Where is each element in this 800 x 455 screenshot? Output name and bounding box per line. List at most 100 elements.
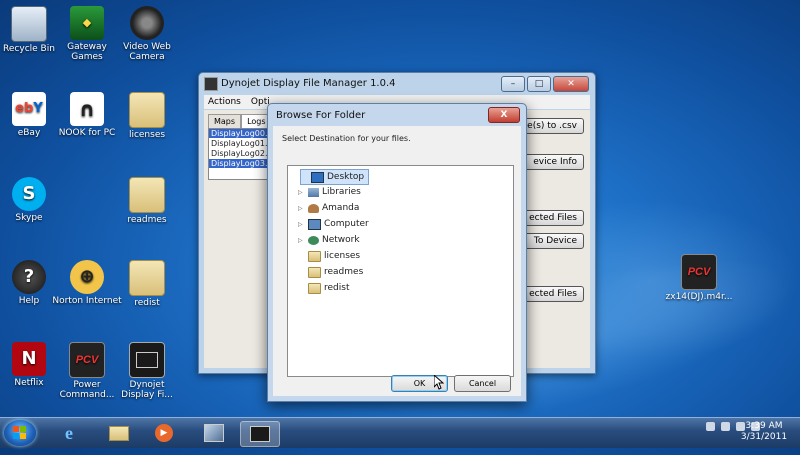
tree-item-desktop[interactable]: Desktop <box>300 169 370 185</box>
folder-icon <box>109 425 129 441</box>
expand-arrow-icon[interactable]: ▷ <box>298 205 305 212</box>
gateway-games-icon: ◆ <box>70 6 104 40</box>
browse-folder-dialog[interactable]: Browse For Folder X Select Destination f… <box>267 103 527 402</box>
taskbar-dynojet[interactable] <box>240 421 280 447</box>
tree-item-label: Computer <box>324 219 369 229</box>
desktop-icon <box>311 171 324 183</box>
desktop-icon-label: Recycle Bin <box>3 44 55 54</box>
dynojet-title: Dynojet Display File Manager 1.0.4 <box>221 77 396 89</box>
convert-csv-button[interactable]: File(s) to .csv <box>518 118 584 134</box>
expand-arrow-icon[interactable]: ▷ <box>298 221 305 228</box>
desktop-icon-label: redist <box>134 298 160 308</box>
folder-tree[interactable]: Desktop ▷ Libraries ▷ Amanda ▷ Computer … <box>287 165 514 377</box>
tree-item-licenses[interactable]: licenses <box>298 249 360 263</box>
media-player-icon: ▶ <box>155 424 173 442</box>
dynojet-titlebar[interactable]: Dynojet Display File Manager 1.0.4 – □ ✕ <box>199 73 595 93</box>
desktop-icon-readmes[interactable]: readmes <box>112 177 182 225</box>
desktop-icon-redist[interactable]: redist <box>112 260 182 308</box>
tree-item-label: licenses <box>324 251 361 261</box>
desktop-icon-label: zx14(DJ).m4r... <box>665 292 733 302</box>
expand-arrow-icon[interactable]: ▷ <box>298 189 305 196</box>
menu-actions[interactable]: Actions <box>208 97 241 107</box>
folder-icon <box>308 250 321 262</box>
folder-icon <box>129 177 165 213</box>
to-device-button[interactable]: To Device <box>518 233 584 249</box>
tree-item-redist[interactable]: redist <box>298 281 349 295</box>
cancel-button[interactable]: Cancel <box>454 375 511 392</box>
webcam-icon <box>130 6 164 40</box>
nook-icon: ∩ <box>70 92 104 126</box>
tree-item-label: readmes <box>324 267 364 277</box>
dynojet-app-icon <box>204 77 218 91</box>
taskbar-app[interactable] <box>195 421 233 445</box>
delete-selected-files-button[interactable]: ected Files <box>518 286 584 302</box>
user-folder-icon <box>308 203 319 213</box>
dynojet-icon <box>129 342 165 378</box>
folder-icon <box>308 282 321 294</box>
log-item[interactable]: DisplayLog02.d <box>209 149 274 158</box>
tree-item-amanda[interactable]: ▷ Amanda <box>298 201 359 215</box>
folder-icon <box>129 92 165 128</box>
tray-flag-icon[interactable] <box>706 422 715 431</box>
taskbar-explorer[interactable] <box>100 421 138 445</box>
desktop-icon-label: licenses <box>128 130 166 140</box>
tab-maps[interactable]: Maps <box>208 114 242 128</box>
tree-item-label: Libraries <box>322 187 361 197</box>
tree-item-label: Amanda <box>322 203 360 213</box>
tray-battery-icon[interactable] <box>721 422 730 431</box>
minimize-button[interactable]: – <box>501 76 525 92</box>
desktop-icon-dynojet[interactable]: Dynojet Display Fi... <box>112 342 182 400</box>
pcv-icon: PCV <box>681 254 717 290</box>
desktop-icon-webcam[interactable]: Video Web Camera <box>112 6 182 62</box>
norton-icon: ⊕ <box>70 260 104 294</box>
desktop-icon-label: Netflix <box>14 378 44 388</box>
desktop-icon-zx14[interactable]: PCV zx14(DJ).m4r... <box>664 254 734 302</box>
desktop-icon-label: Gateway Games <box>67 42 107 62</box>
dialog-title: Browse For Folder <box>276 109 366 121</box>
log-item[interactable]: DisplayLog01.d <box>209 139 274 148</box>
dynojet-tabs: Maps Logs <box>208 114 272 128</box>
libraries-icon <box>308 187 319 197</box>
expand-arrow-icon[interactable]: ▷ <box>298 237 305 244</box>
desktop-icon-skype[interactable]: S Skype <box>0 177 64 223</box>
start-button[interactable] <box>4 420 36 446</box>
clock-date: 3/31/2011 <box>740 432 788 442</box>
ebay-icon: eb Y <box>12 92 46 126</box>
device-info-button[interactable]: evice Info <box>518 154 584 170</box>
help-icon: ? <box>12 260 46 294</box>
pcv-icon: PCV <box>69 342 105 378</box>
selected-files-button[interactable]: ected Files <box>518 210 584 226</box>
desktop-icon-label: eBay <box>17 128 41 138</box>
dynojet-icon <box>250 426 270 442</box>
desktop-icon-licenses[interactable]: licenses <box>112 92 182 140</box>
folder-icon <box>308 266 321 278</box>
windows-logo-icon <box>13 426 26 439</box>
taskbar-ie[interactable]: e <box>50 421 88 445</box>
tree-item-libraries[interactable]: ▷ Libraries <box>298 185 361 199</box>
maximize-button[interactable]: □ <box>527 76 551 92</box>
app-icon <box>204 424 224 442</box>
desktop-icon-label: Power Command... <box>59 380 115 400</box>
dialog-prompt: Select Destination for your files. <box>282 134 411 143</box>
folder-icon <box>129 260 165 296</box>
clock-time: 3:39 AM <box>745 421 783 431</box>
log-file-list[interactable]: DisplayLog00.d DisplayLog01.d DisplayLog… <box>208 128 275 180</box>
netflix-icon: N <box>12 342 46 376</box>
log-item[interactable]: DisplayLog03.d <box>209 159 274 168</box>
desktop-icon-label: NOOK for PC <box>58 128 116 138</box>
taskbar-media-player[interactable]: ▶ <box>145 421 183 445</box>
tree-item-readmes[interactable]: readmes <box>298 265 363 279</box>
internet-explorer-icon: e <box>65 422 73 443</box>
tree-item-network[interactable]: ▷ Network <box>298 233 360 247</box>
desktop-icon-label: readmes <box>127 215 167 225</box>
close-button[interactable]: ✕ <box>553 76 589 92</box>
dialog-close-button[interactable]: X <box>488 107 520 123</box>
clock[interactable]: 3:39 AM 3/31/2011 <box>732 421 796 443</box>
skype-icon: S <box>12 177 46 211</box>
dialog-body: Select Destination for your files. Deskt… <box>273 126 521 396</box>
network-icon <box>308 235 319 245</box>
desktop-icon-label: Video Web Camera <box>123 42 171 62</box>
tree-item-computer[interactable]: ▷ Computer <box>298 217 369 231</box>
taskbar: e ▶ 3:39 AM 3/31/2011 <box>0 417 800 448</box>
log-item[interactable]: DisplayLog00.d <box>209 129 274 138</box>
